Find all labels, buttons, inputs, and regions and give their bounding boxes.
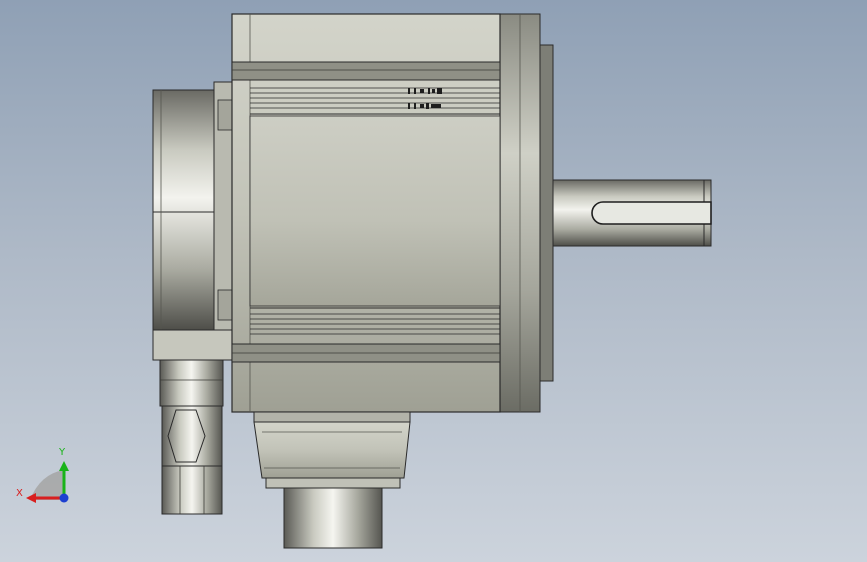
output-shaft [552,179,712,247]
coordinate-triad: X Y [16,447,69,503]
front-flange [499,13,554,413]
power-connector [253,411,411,549]
motor-model-view: X Y [16,13,712,549]
x-axis-arrow [26,493,36,503]
x-axis-label: X [16,488,23,499]
motor-housing [231,13,501,413]
y-axis-arrow [59,461,69,471]
encoder-connector [159,359,224,515]
cad-viewport[interactable]: X Y [0,0,867,562]
z-axis-dot [59,493,69,503]
encoder-cap [152,81,234,361]
y-axis-label: Y [58,447,66,458]
